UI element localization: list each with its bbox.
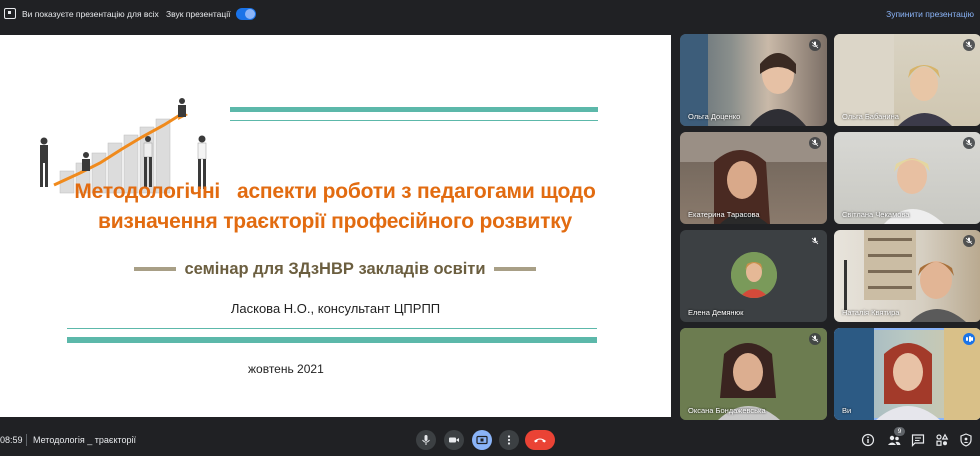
accent-line-bottom bbox=[67, 328, 597, 329]
more-options-icon bbox=[507, 435, 511, 445]
host-controls-button[interactable] bbox=[958, 432, 974, 448]
meet-window: Ви показуєте презентацію для всіх Звук п… bbox=[0, 0, 980, 456]
participant-avatar bbox=[731, 252, 777, 298]
leave-call-button[interactable] bbox=[525, 430, 555, 450]
meeting-details-button[interactable] bbox=[860, 432, 876, 448]
mic-off-icon bbox=[809, 39, 821, 51]
presented-slide: Методологічні аспекти роботи з педагогам… bbox=[0, 35, 671, 417]
host-controls-icon bbox=[960, 433, 972, 447]
accent-line-top bbox=[230, 120, 598, 121]
participant-name: Елена Демянюк bbox=[688, 308, 744, 317]
participant-name: Ольга Бабанина bbox=[842, 112, 899, 121]
subtitle-bar-right bbox=[493, 267, 536, 271]
divider bbox=[26, 434, 27, 446]
accent-band-bottom bbox=[67, 337, 597, 343]
presentation-sound-toggle[interactable]: ✓ bbox=[236, 8, 256, 20]
present-screen-icon bbox=[476, 435, 488, 445]
accent-band-top bbox=[230, 107, 598, 112]
speaking-indicator-icon bbox=[963, 333, 975, 345]
activities-icon bbox=[936, 433, 949, 446]
meeting-time: 08:59 bbox=[0, 435, 23, 445]
participant-tile[interactable]: Наталія Квятира bbox=[834, 230, 980, 322]
meeting-controls-bar: 08:59 Методологія _ траєкторії 9 bbox=[0, 424, 980, 456]
people-button[interactable] bbox=[886, 432, 902, 448]
mic-off-icon bbox=[809, 235, 821, 247]
mic-off-icon bbox=[809, 137, 821, 149]
participant-tile[interactable]: Світлана Чекамова bbox=[834, 132, 980, 224]
slide-title-line-1: Методологічні аспекти роботи з педагогам… bbox=[74, 180, 596, 203]
presentation-banner: Ви показуєте презентацію для всіх Звук п… bbox=[0, 0, 980, 28]
participant-name: Ольга Доценко bbox=[688, 112, 741, 121]
mic-off-icon bbox=[963, 137, 975, 149]
mic-button[interactable] bbox=[416, 430, 436, 450]
info-icon bbox=[861, 433, 875, 447]
subtitle-bar-left bbox=[134, 267, 177, 271]
people-icon bbox=[888, 435, 901, 445]
slide-author: Ласкова Н.О., консультант ЦПРПП bbox=[230, 301, 441, 316]
participant-name: Екатерина Тарасова bbox=[688, 210, 760, 219]
camera-button[interactable] bbox=[444, 430, 464, 450]
presentation-sound-label: Звук презентації bbox=[166, 9, 231, 19]
participant-name: Світлана Чекамова bbox=[842, 210, 910, 219]
participant-name: Ви bbox=[842, 406, 852, 415]
end-call-icon bbox=[534, 438, 546, 443]
slide-date: жовтень 2021 bbox=[248, 362, 324, 376]
activities-button[interactable] bbox=[934, 432, 950, 448]
chat-icon bbox=[911, 434, 925, 447]
meeting-name: Методологія _ траєкторії bbox=[33, 435, 137, 445]
present-screen-icon bbox=[4, 8, 16, 19]
slide-title: Методологічні аспекти роботи з педагогам… bbox=[40, 177, 630, 237]
mic-off-icon bbox=[809, 333, 821, 345]
participant-name: Оксана Бондажевська bbox=[688, 406, 766, 415]
mic-icon bbox=[422, 435, 430, 445]
more-options-button[interactable] bbox=[499, 430, 519, 450]
participant-tile-self[interactable]: Ви bbox=[834, 328, 980, 420]
mic-off-icon bbox=[963, 235, 975, 247]
slide-subtitle: семінар для ЗДзНВР закладів освіти bbox=[184, 259, 486, 278]
camera-icon bbox=[449, 437, 459, 443]
participant-tile[interactable]: Елена Демянюк bbox=[680, 230, 827, 322]
stop-presenting-button[interactable]: Зупинити презентацію bbox=[886, 9, 974, 19]
presenting-status-text: Ви показуєте презентацію для всіх bbox=[22, 9, 159, 19]
slide-subtitle-row: семінар для ЗДзНВР закладів освіти bbox=[60, 257, 610, 281]
check-icon: ✓ bbox=[247, 9, 254, 18]
mic-off-icon bbox=[963, 39, 975, 51]
slide-title-line-2: визначення траєкторії професійного розви… bbox=[98, 210, 572, 233]
participant-name: Наталія Квятира bbox=[842, 308, 900, 317]
participant-video bbox=[834, 328, 980, 420]
participant-tile[interactable]: Ольга Доценко bbox=[680, 34, 827, 126]
participant-tile[interactable]: Оксана Бондажевська bbox=[680, 328, 827, 420]
chat-button[interactable] bbox=[910, 432, 926, 448]
present-now-button[interactable] bbox=[472, 430, 492, 450]
participant-tile[interactable]: Ольга Бабанина bbox=[834, 34, 980, 126]
participant-tile[interactable]: Екатерина Тарасова bbox=[680, 132, 827, 224]
